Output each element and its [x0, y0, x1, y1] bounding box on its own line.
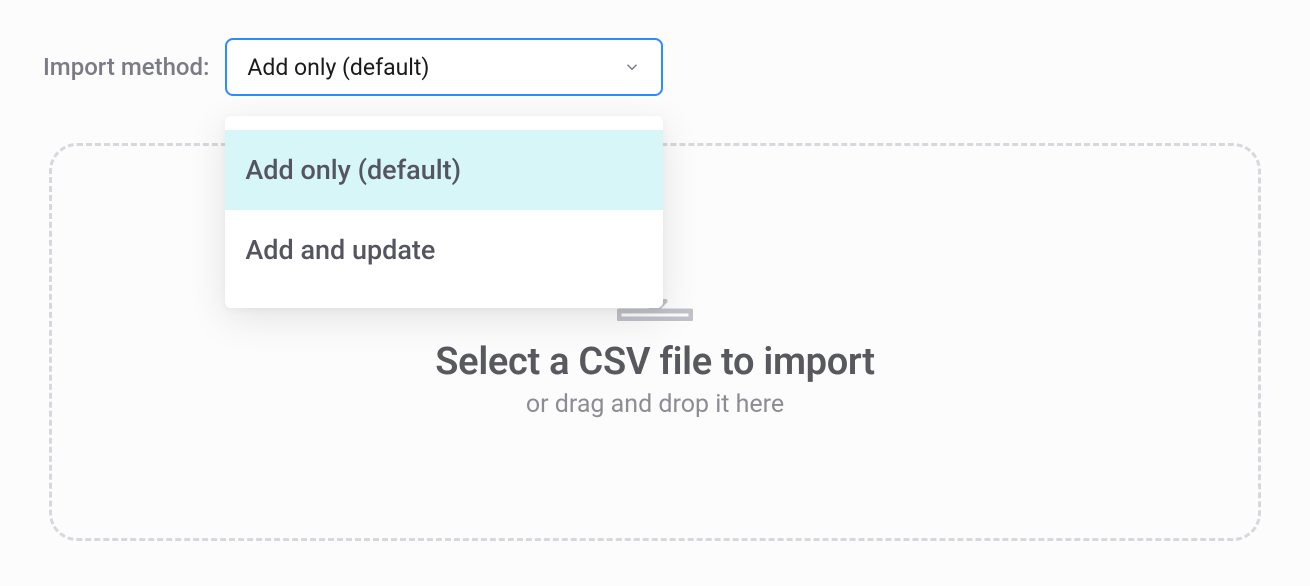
import-method-select[interactable]: Add only (default) — [225, 38, 663, 96]
import-method-option-add-and-update[interactable]: Add and update — [225, 210, 663, 290]
import-method-label: Import method: — [43, 53, 209, 81]
import-method-option-add-only[interactable]: Add only (default) — [225, 130, 663, 210]
dropzone-subtitle: or drag and drop it here — [52, 390, 1258, 419]
chevron-down-icon — [623, 58, 641, 76]
import-method-dropdown: Add only (default) Add and update — [225, 116, 663, 308]
import-method-selected-value: Add only (default) — [247, 54, 429, 81]
dropzone-title: Select a CSV file to import — [52, 340, 1258, 384]
